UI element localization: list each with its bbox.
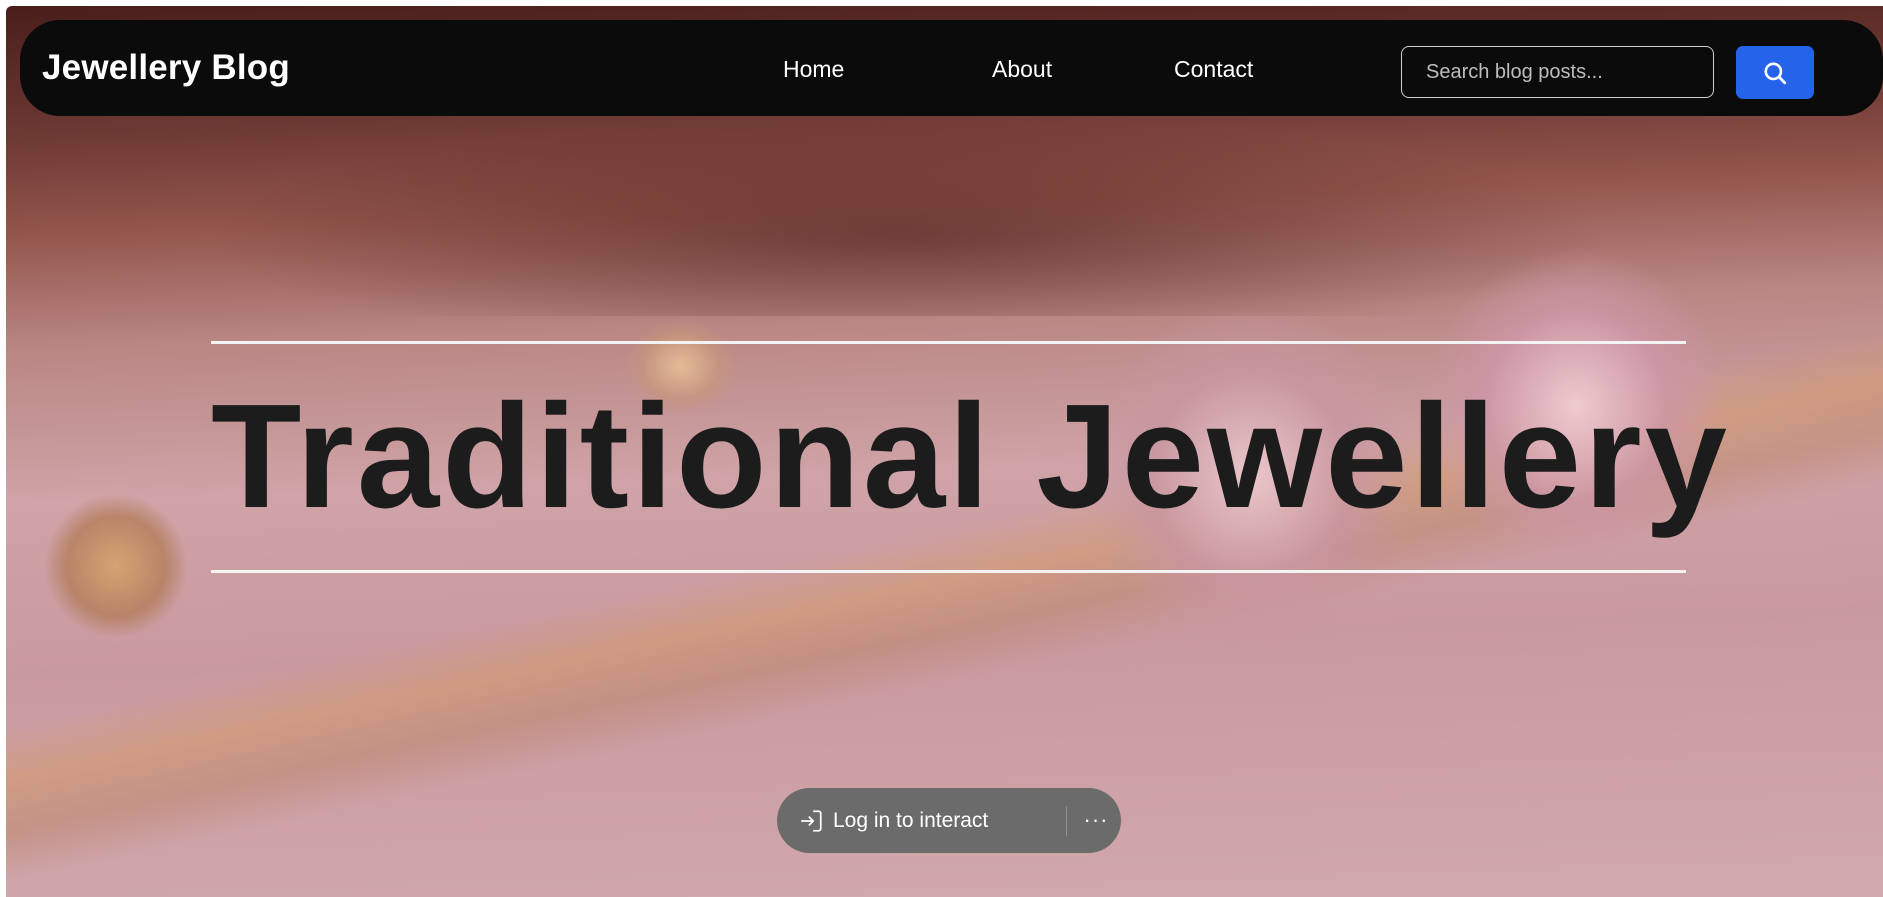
top-navbar: Jewellery Blog Home About Contact bbox=[20, 20, 1883, 116]
nav-link-home[interactable]: Home bbox=[783, 56, 844, 83]
login-to-interact-button[interactable]: Log in to interact bbox=[777, 788, 988, 853]
sign-in-icon bbox=[798, 808, 824, 834]
pill-divider bbox=[1066, 806, 1067, 836]
hero-title: Traditional Jewellery bbox=[211, 374, 1730, 539]
page-frame: Jewellery Blog Home About Contact Tradit… bbox=[6, 6, 1883, 897]
login-label: Log in to interact bbox=[833, 808, 989, 832]
nav-link-contact[interactable]: Contact bbox=[1174, 56, 1253, 83]
nav-link-about[interactable]: About bbox=[992, 56, 1052, 83]
more-horizontal-icon: ··· bbox=[1083, 807, 1109, 832]
search-input[interactable] bbox=[1401, 46, 1714, 98]
search-icon bbox=[1762, 60, 1788, 86]
hero-background-shade bbox=[6, 116, 1883, 316]
more-options-button[interactable]: ··· bbox=[1080, 802, 1112, 838]
hero-bottom-rule bbox=[211, 570, 1686, 573]
search-button[interactable] bbox=[1736, 46, 1814, 99]
hero-section: Traditional Jewellery bbox=[211, 341, 1730, 573]
login-overlay-pill: Log in to interact ··· bbox=[777, 788, 1121, 853]
